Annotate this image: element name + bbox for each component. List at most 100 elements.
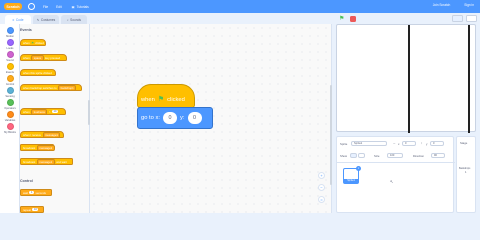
stop-icon[interactable]	[350, 16, 356, 22]
sprite-pane: Sprite Sprite1 ↔ x 0 ↕ y 0 Show Size 100…	[336, 136, 455, 213]
y-input[interactable]: 0	[187, 112, 202, 124]
zoom-in-button[interactable]: +	[318, 172, 325, 179]
edit-menu[interactable]: Edit	[56, 5, 62, 9]
block-text: when	[141, 97, 155, 103]
scratch-logo[interactable]: Scratch	[4, 3, 22, 10]
category-sensing[interactable]: Sensing	[0, 87, 20, 98]
mouse-cursor-icon: ↖	[390, 179, 394, 184]
file-menu[interactable]: File	[43, 5, 48, 9]
block-text: when	[23, 109, 30, 114]
block-repeat[interactable]: repeat 10	[20, 206, 44, 213]
sprite-thumbnail[interactable]: × Sprite1	[343, 166, 361, 184]
message-dropdown[interactable]: message1	[36, 144, 55, 151]
block-when-backdrop-switches[interactable]: when backdrop switches to backdrop1	[20, 84, 82, 91]
backdrops-label: Backdrops	[459, 167, 471, 170]
block-when-flag-clicked[interactable]: when ⚑ clicked	[20, 39, 46, 46]
stage-canvas[interactable]	[336, 24, 476, 133]
block-when-greater-than[interactable]: when loudness > 10	[20, 108, 66, 115]
motion-dot-icon	[6, 27, 14, 34]
looks-dot-icon	[6, 39, 14, 46]
block-broadcast-and-wait[interactable]: broadcast message1 and wait	[20, 158, 73, 165]
zoom-out-button[interactable]: −	[318, 184, 325, 191]
message-dropdown[interactable]: message1	[42, 131, 61, 138]
x-position-field[interactable]: 0	[402, 141, 416, 146]
join-scratch-link[interactable]: Join Scratch	[433, 3, 451, 7]
sound-dot-icon	[6, 51, 14, 58]
category-label: Events	[6, 71, 14, 74]
block-text: when this sprite clicked	[23, 70, 52, 75]
x-arrows-icon: ↔	[393, 141, 396, 145]
variables-dot-icon	[6, 111, 14, 118]
seconds-input[interactable]: 1	[29, 191, 34, 194]
delete-sprite-icon[interactable]: ×	[356, 166, 361, 171]
block-text: wait	[23, 190, 28, 195]
show-label: Show	[340, 154, 347, 158]
block-text: when	[23, 40, 30, 45]
events-section-title: Events	[20, 28, 32, 32]
category-motion[interactable]: Motion	[0, 27, 20, 38]
green-flag-icon: ⚑	[31, 40, 34, 45]
show-visible-button[interactable]	[350, 153, 357, 158]
tutorials-icon: ▣	[71, 4, 75, 9]
size-field[interactable]: 100	[387, 153, 403, 158]
message-dropdown[interactable]: message1	[36, 158, 55, 165]
block-when-sprite-clicked[interactable]: when this sprite clicked	[20, 69, 56, 76]
y-position-field[interactable]: 0	[430, 141, 444, 146]
workspace-scrollbar[interactable]	[330, 85, 332, 185]
tab-sounds-label: Sounds	[70, 18, 81, 22]
tutorials-menu[interactable]: ▣ Tutorials	[72, 5, 89, 9]
block-text: when	[23, 55, 30, 60]
stage-target-pane[interactable]: Stage Backdrops 1	[456, 136, 476, 213]
script-go-to-xy[interactable]: go to x: 0 y: 0	[137, 107, 213, 129]
sensor-dropdown[interactable]: loudness	[31, 108, 48, 115]
block-text: y:	[180, 115, 185, 121]
repeat-count-input[interactable]: 10	[32, 208, 39, 211]
x-input[interactable]: 0	[163, 112, 178, 124]
category-label: Looks	[6, 47, 14, 50]
tutorials-label: Tutorials	[76, 4, 89, 9]
stage-pane-title: Stage	[460, 141, 468, 145]
block-text: and wait	[56, 159, 67, 164]
language-globe-icon[interactable]	[28, 3, 35, 10]
costume-icon: ✎	[36, 18, 40, 22]
category-label: Sound	[6, 59, 14, 62]
category-label: Operators	[4, 107, 16, 110]
backdrops-count: 1	[465, 171, 467, 174]
green-flag-icon[interactable]: ⚑	[339, 16, 345, 22]
small-stage-button[interactable]	[452, 15, 463, 22]
show-hidden-button[interactable]	[358, 153, 365, 158]
category-sound[interactable]: Sound	[0, 51, 20, 62]
key-dropdown[interactable]: space	[31, 54, 44, 61]
sign-in-link[interactable]: Sign in	[464, 3, 474, 7]
direction-label: Direction	[413, 154, 425, 158]
block-broadcast[interactable]: broadcast message1	[20, 144, 55, 151]
block-text: key pressed	[45, 55, 61, 60]
tab-code-label: Code	[15, 18, 24, 22]
zoom-reset-button[interactable]: =	[318, 196, 325, 203]
backdrop-dropdown[interactable]: backdrop1	[58, 84, 77, 91]
block-text: seconds	[35, 190, 46, 195]
category-looks[interactable]: Looks	[0, 39, 20, 50]
events-dot-icon	[6, 63, 14, 70]
direction-field[interactable]: 90	[431, 153, 445, 158]
operators-dot-icon	[6, 99, 14, 106]
block-wait-seconds[interactable]: wait 1 seconds	[20, 189, 52, 196]
block-when-key-pressed[interactable]: when space key pressed	[20, 54, 67, 61]
script-when-flag-clicked[interactable]: when ⚑ clicked	[137, 84, 195, 108]
stage-drawn-line	[408, 25, 410, 133]
size-label: Size	[374, 154, 380, 158]
code-icon: ≡	[12, 18, 15, 22]
block-palette: Events when ⚑ clicked when space key pre…	[20, 24, 90, 213]
category-label: Sensing	[5, 95, 15, 98]
large-stage-button[interactable]	[466, 15, 477, 22]
category-my-blocks[interactable]: My Blocks	[0, 123, 20, 134]
block-when-i-receive[interactable]: when I receive message1	[20, 131, 64, 138]
category-operators[interactable]: Operators	[0, 99, 20, 110]
category-variables[interactable]: Variables	[0, 111, 20, 122]
block-text: go to x:	[141, 115, 161, 121]
sprite-name-field[interactable]: Sprite1	[351, 141, 387, 146]
category-control[interactable]: Control	[0, 75, 20, 86]
tab-costumes-label: Costumes	[40, 18, 56, 22]
threshold-input[interactable]: 10	[52, 110, 58, 113]
category-events[interactable]: Events	[0, 63, 20, 74]
